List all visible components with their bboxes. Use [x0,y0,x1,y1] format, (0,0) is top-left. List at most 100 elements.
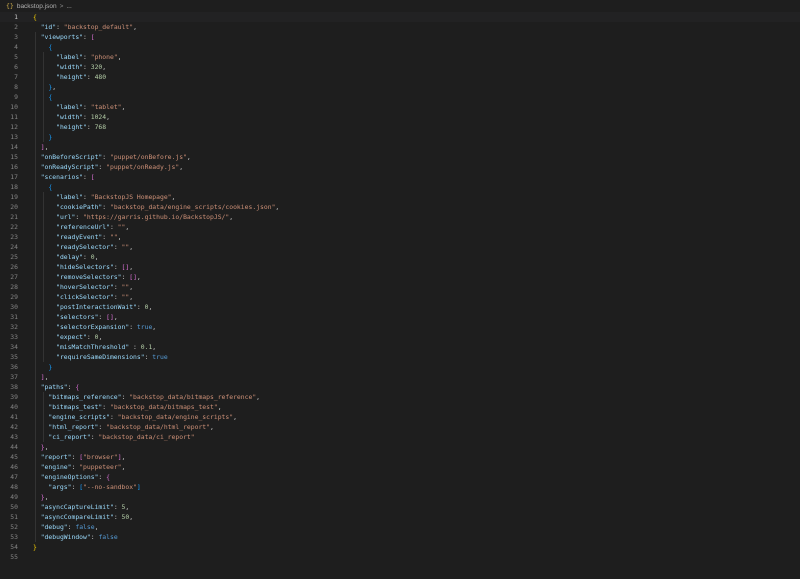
code-line[interactable]: 29 "clickSelector": "", [0,292,800,302]
code-line[interactable]: 45 "report": ["browser"], [0,452,800,462]
code-token: , [102,63,107,71]
code-editor[interactable]: 1{2 "id": "backstop_default", 3 "viewport… [0,12,800,579]
code-token: "readySelector" [56,243,114,251]
code-line[interactable]: 15 "onBeforeScript": "puppet/onBefore.js… [0,152,800,162]
line-number: 48 [10,483,18,491]
code-line[interactable]: 43 "ci_report": "backstop_data/ci_report… [0,432,800,442]
code-line[interactable]: 23 "readyEvent": "", [0,232,800,242]
code-line[interactable]: 30 "postInteractionWait": 0, [0,302,800,312]
code-text: }, [33,442,49,452]
code-token: "asyncCaptureLimit" [40,503,114,511]
code-text: ], [33,142,49,152]
code-line[interactable]: 7 "height": 480 [0,72,800,82]
code-token: , [44,143,49,151]
code-line[interactable]: 8 }, [0,82,800,92]
code-line[interactable]: 25 "delay": 0, [0,252,800,262]
code-token: "backstop_data/engine_scripts" [117,413,234,421]
code-line[interactable]: 17 "scenarios": [ [0,172,800,182]
code-line[interactable]: 18 { [0,182,800,192]
line-number: 2 [14,23,18,31]
code-line[interactable]: 37 ], [0,372,800,382]
code-line[interactable]: 22 "referenceUrl": "", [0,222,800,232]
code-line[interactable]: 32 "selectorExpansion": true, [0,322,800,332]
code-text: "bitmaps_test": "backstop_data/bitmaps_t… [33,402,221,412]
code-line[interactable]: 9 { [0,92,800,102]
code-line[interactable]: 33 "expect": 0, [0,332,800,342]
code-text: "asyncCompareLimit": 50, [33,512,133,522]
code-line[interactable]: 10 "label": "tablet", [0,102,800,112]
breadcrumb-file-name[interactable]: backstop.json [17,3,57,10]
code-line[interactable]: 27 "removeSelectors": [], [0,272,800,282]
code-line[interactable]: 1{ [0,12,800,22]
code-token: , [44,373,49,381]
code-line[interactable]: 31 "selectors": [], [0,312,800,322]
code-line[interactable]: 6 "width": 320, [0,62,800,72]
code-line[interactable]: 21 "url": "https://garris.github.io/Back… [0,212,800,222]
code-line[interactable]: 34 "misMatchThreshold" : 0.1, [0,342,800,352]
line-number: 54 [10,543,18,551]
code-line[interactable]: 20 "cookiePath": "backstop_data/engine_s… [0,202,800,212]
line-number: 10 [10,103,18,111]
code-token: : [83,193,91,201]
code-text: "misMatchThreshold" : 0.1, [33,342,156,352]
code-line[interactable]: 40 "bitmaps_test": "backstop_data/bitmap… [0,402,800,412]
code-line[interactable]: 46 "engine": "puppeteer", [0,462,800,472]
code-line[interactable]: 41 "engine_scripts": "backstop_data/engi… [0,412,800,422]
code-line[interactable]: 13 } [0,132,800,142]
code-line[interactable]: 14 ], [0,142,800,152]
code-line[interactable]: 38 "paths": { [0,382,800,392]
code-token: 0.1 [140,343,153,351]
code-line[interactable]: 5 "label": "phone", [0,52,800,62]
code-line[interactable]: 16 "onReadyScript": "puppet/onReady.js", [0,162,800,172]
code-line[interactable]: 36 } [0,362,800,372]
code-token: "height" [56,73,87,81]
code-line[interactable]: 52 "debug": false, [0,522,800,532]
code-line[interactable]: 51 "asyncCompareLimit": 50, [0,512,800,522]
code-line[interactable]: 4 { [0,42,800,52]
code-token: : [109,413,118,421]
code-line[interactable]: 48 "args": ["--no-sandbox"] [0,482,800,492]
code-line[interactable]: 44 }, [0,442,800,452]
code-line[interactable]: 39 "bitmaps_reference": "backstop_data/b… [0,392,800,402]
code-text: "height": 480 [33,72,106,82]
breadcrumb-separator: > [59,2,64,10]
line-number: 28 [10,283,18,291]
code-line[interactable]: 53 "debugWindow": false [0,532,800,542]
code-line[interactable]: 19 "label": "BackstopJS Homepage", [0,192,800,202]
code-line[interactable]: 24 "readySelector": "", [0,242,800,252]
code-token: : [83,53,91,61]
line-number: 43 [10,433,18,441]
code-line[interactable]: 54} [0,542,800,552]
code-text: "requireSameDimensions": true [33,352,168,362]
code-line[interactable]: 11 "width": 1024, [0,112,800,122]
code-line[interactable]: 49 }, [0,492,800,502]
code-line[interactable]: 28 "hoverSelector": "", [0,282,800,292]
code-line[interactable]: 12 "height": 768 [0,122,800,132]
code-token: false [98,533,118,541]
code-line[interactable]: 55 [0,552,800,562]
code-text: "readySelector": "", [33,242,133,252]
code-token: [] [106,313,114,321]
code-line[interactable]: 47 "engineOptions": { [0,472,800,482]
code-token: : [113,283,122,291]
code-line[interactable]: 50 "asyncCaptureLimit": 5, [0,502,800,512]
code-token: "tablet" [90,103,122,111]
code-line[interactable]: 3 "viewports": [ [0,32,800,42]
code-line[interactable]: 2 "id": "backstop_default", [0,22,800,32]
code-line[interactable]: 35 "requireSameDimensions": true [0,352,800,362]
code-line[interactable]: 42 "html_report": "backstop_data/html_re… [0,422,800,432]
code-line[interactable]: 26 "hideSelectors": [], [0,262,800,272]
breadcrumb-ellipsis[interactable]: ... [66,3,71,10]
code-text: "label": "tablet", [33,102,125,112]
code-token: : [113,263,122,271]
code-text: "debug": false, [33,522,99,532]
